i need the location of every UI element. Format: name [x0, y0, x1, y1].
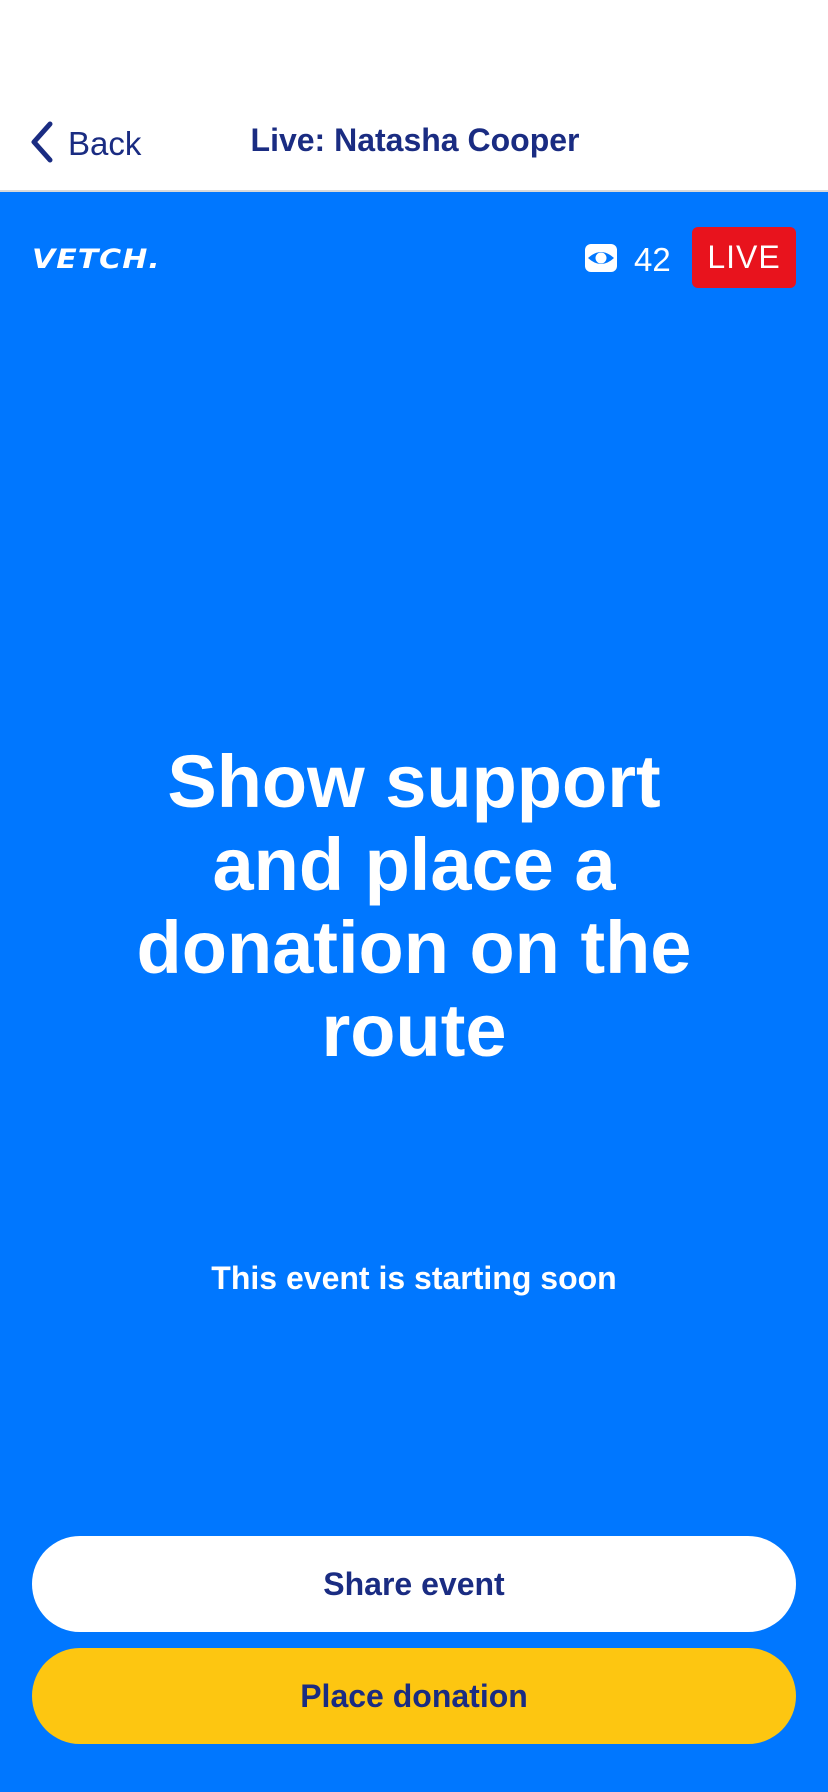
page-title: Live: Natasha Cooper: [250, 122, 580, 158]
navigation-bar: Back Live: Natasha Cooper: [0, 96, 828, 192]
brand-logo: VETCH.: [32, 243, 161, 276]
live-stream-panel: VETCH. 42 LIVE Show support and place a …: [0, 192, 828, 1792]
eye-icon: [584, 241, 618, 280]
viewer-count: 42: [584, 240, 671, 280]
live-badge: LIVE: [692, 227, 796, 288]
viewer-count-value: 42: [634, 241, 671, 278]
place-donation-button[interactable]: Place donation: [32, 1648, 796, 1744]
share-event-button[interactable]: Share event: [32, 1536, 796, 1632]
headline: Show support and place a donation on the…: [136, 740, 692, 1072]
event-status-text: This event is starting soon: [211, 1260, 617, 1296]
status-bar-area: [0, 0, 828, 96]
